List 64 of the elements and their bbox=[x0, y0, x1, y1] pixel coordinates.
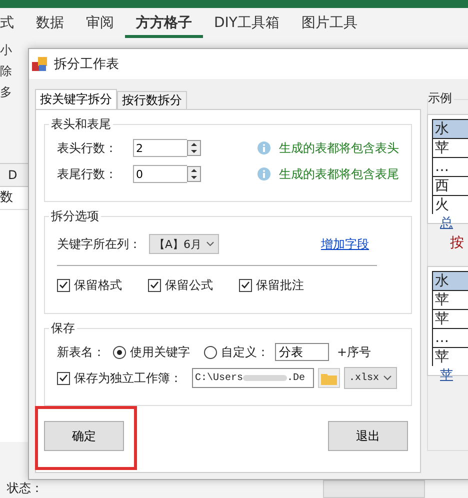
checkmark-icon bbox=[150, 281, 159, 289]
checkbox[interactable]: 保留格式 bbox=[57, 276, 122, 294]
table-cell: 水 bbox=[432, 271, 468, 290]
hint-text: 生成的表都将包含表头 bbox=[279, 140, 399, 156]
suffix-label: +序号 bbox=[337, 344, 372, 360]
table-cell: 水 bbox=[432, 119, 468, 138]
group-title: 示例 bbox=[428, 90, 454, 107]
info-icon bbox=[257, 167, 271, 181]
checkmark-icon bbox=[59, 281, 68, 289]
add-field-link[interactable]: 增加字段 bbox=[321, 236, 369, 252]
number-field[interactable]: 0 bbox=[133, 165, 187, 183]
ribbon-tab[interactable]: 式 bbox=[0, 10, 25, 38]
dialog-button[interactable]: 确定 bbox=[44, 421, 124, 451]
number-field[interactable]: 2 bbox=[133, 139, 187, 157]
table-cell: 苹 bbox=[432, 347, 468, 366]
status-label: 状态： bbox=[7, 480, 43, 496]
table-cell: 苹 bbox=[432, 138, 468, 157]
hint-text: 生成的表都将包含表尾 bbox=[279, 166, 399, 182]
radio-button[interactable]: 自定义： bbox=[204, 344, 269, 360]
radio-button[interactable]: 使用关键字 bbox=[113, 344, 190, 360]
ribbon-tab[interactable]: 审阅 bbox=[75, 10, 125, 38]
ribbon-tab[interactable]: 数据 bbox=[25, 10, 75, 38]
tab[interactable]: 按关键字拆分 bbox=[35, 89, 117, 109]
ribbon-item[interactable]: 除 bbox=[0, 61, 28, 82]
table-cell: … bbox=[432, 157, 468, 176]
table-cell: 苹 bbox=[432, 290, 468, 309]
column-dropdown[interactable]: 【A】6月 bbox=[149, 234, 219, 254]
example-caption: 按 bbox=[450, 234, 464, 252]
checkmark-icon bbox=[59, 374, 68, 382]
checkbox[interactable]: 保留公式 bbox=[148, 276, 213, 294]
name-field[interactable]: 分表 bbox=[275, 343, 329, 361]
sheet-tab-label: 苹 bbox=[439, 367, 454, 384]
field-label: 表尾行数： bbox=[57, 166, 117, 182]
checkbox[interactable]: 保留批注 bbox=[239, 276, 304, 294]
checkbox[interactable]: 保存为独立工作簿： bbox=[57, 370, 182, 386]
ribbon-tab[interactable]: DIY工具箱 bbox=[203, 10, 290, 38]
tab[interactable]: 按行数拆分 bbox=[117, 91, 187, 109]
checkmark-icon bbox=[241, 281, 250, 289]
info-icon bbox=[257, 141, 271, 155]
column-header: D bbox=[0, 164, 28, 187]
blur-icon bbox=[243, 375, 288, 381]
field-label: 表头行数： bbox=[57, 140, 117, 156]
spin-buttons-icon[interactable] bbox=[187, 166, 201, 182]
table-cell: 火 bbox=[432, 195, 468, 214]
ribbon-tab[interactable]: 图片工具 bbox=[290, 10, 368, 38]
table-cell: 苹 bbox=[432, 309, 468, 328]
app-icon bbox=[32, 56, 48, 72]
table-cell: 西 bbox=[432, 176, 468, 195]
field-label: 新表名： bbox=[57, 344, 105, 360]
ribbon-item[interactable]: 多 bbox=[0, 82, 28, 103]
window-title: 拆分工作表 bbox=[54, 56, 119, 73]
format-dropdown[interactable]: .xlsx bbox=[344, 367, 398, 389]
ribbon-tab[interactable]: 方方格子 bbox=[125, 10, 203, 38]
ribbon-item[interactable]: 小 bbox=[0, 40, 28, 61]
field-label: 关键字所在列： bbox=[57, 236, 141, 252]
sheet-tab-label: 总 bbox=[439, 215, 454, 232]
caret-icon bbox=[206, 241, 214, 247]
spin-buttons-icon[interactable] bbox=[187, 140, 201, 156]
caret-icon bbox=[383, 375, 392, 381]
path-field[interactable]: C:\Users .De bbox=[192, 368, 314, 388]
table-cell: … bbox=[432, 328, 468, 347]
group-title: 保存 bbox=[49, 320, 77, 337]
group-title: 拆分选项 bbox=[49, 208, 101, 225]
dialog-button[interactable]: 退出 bbox=[328, 421, 408, 451]
